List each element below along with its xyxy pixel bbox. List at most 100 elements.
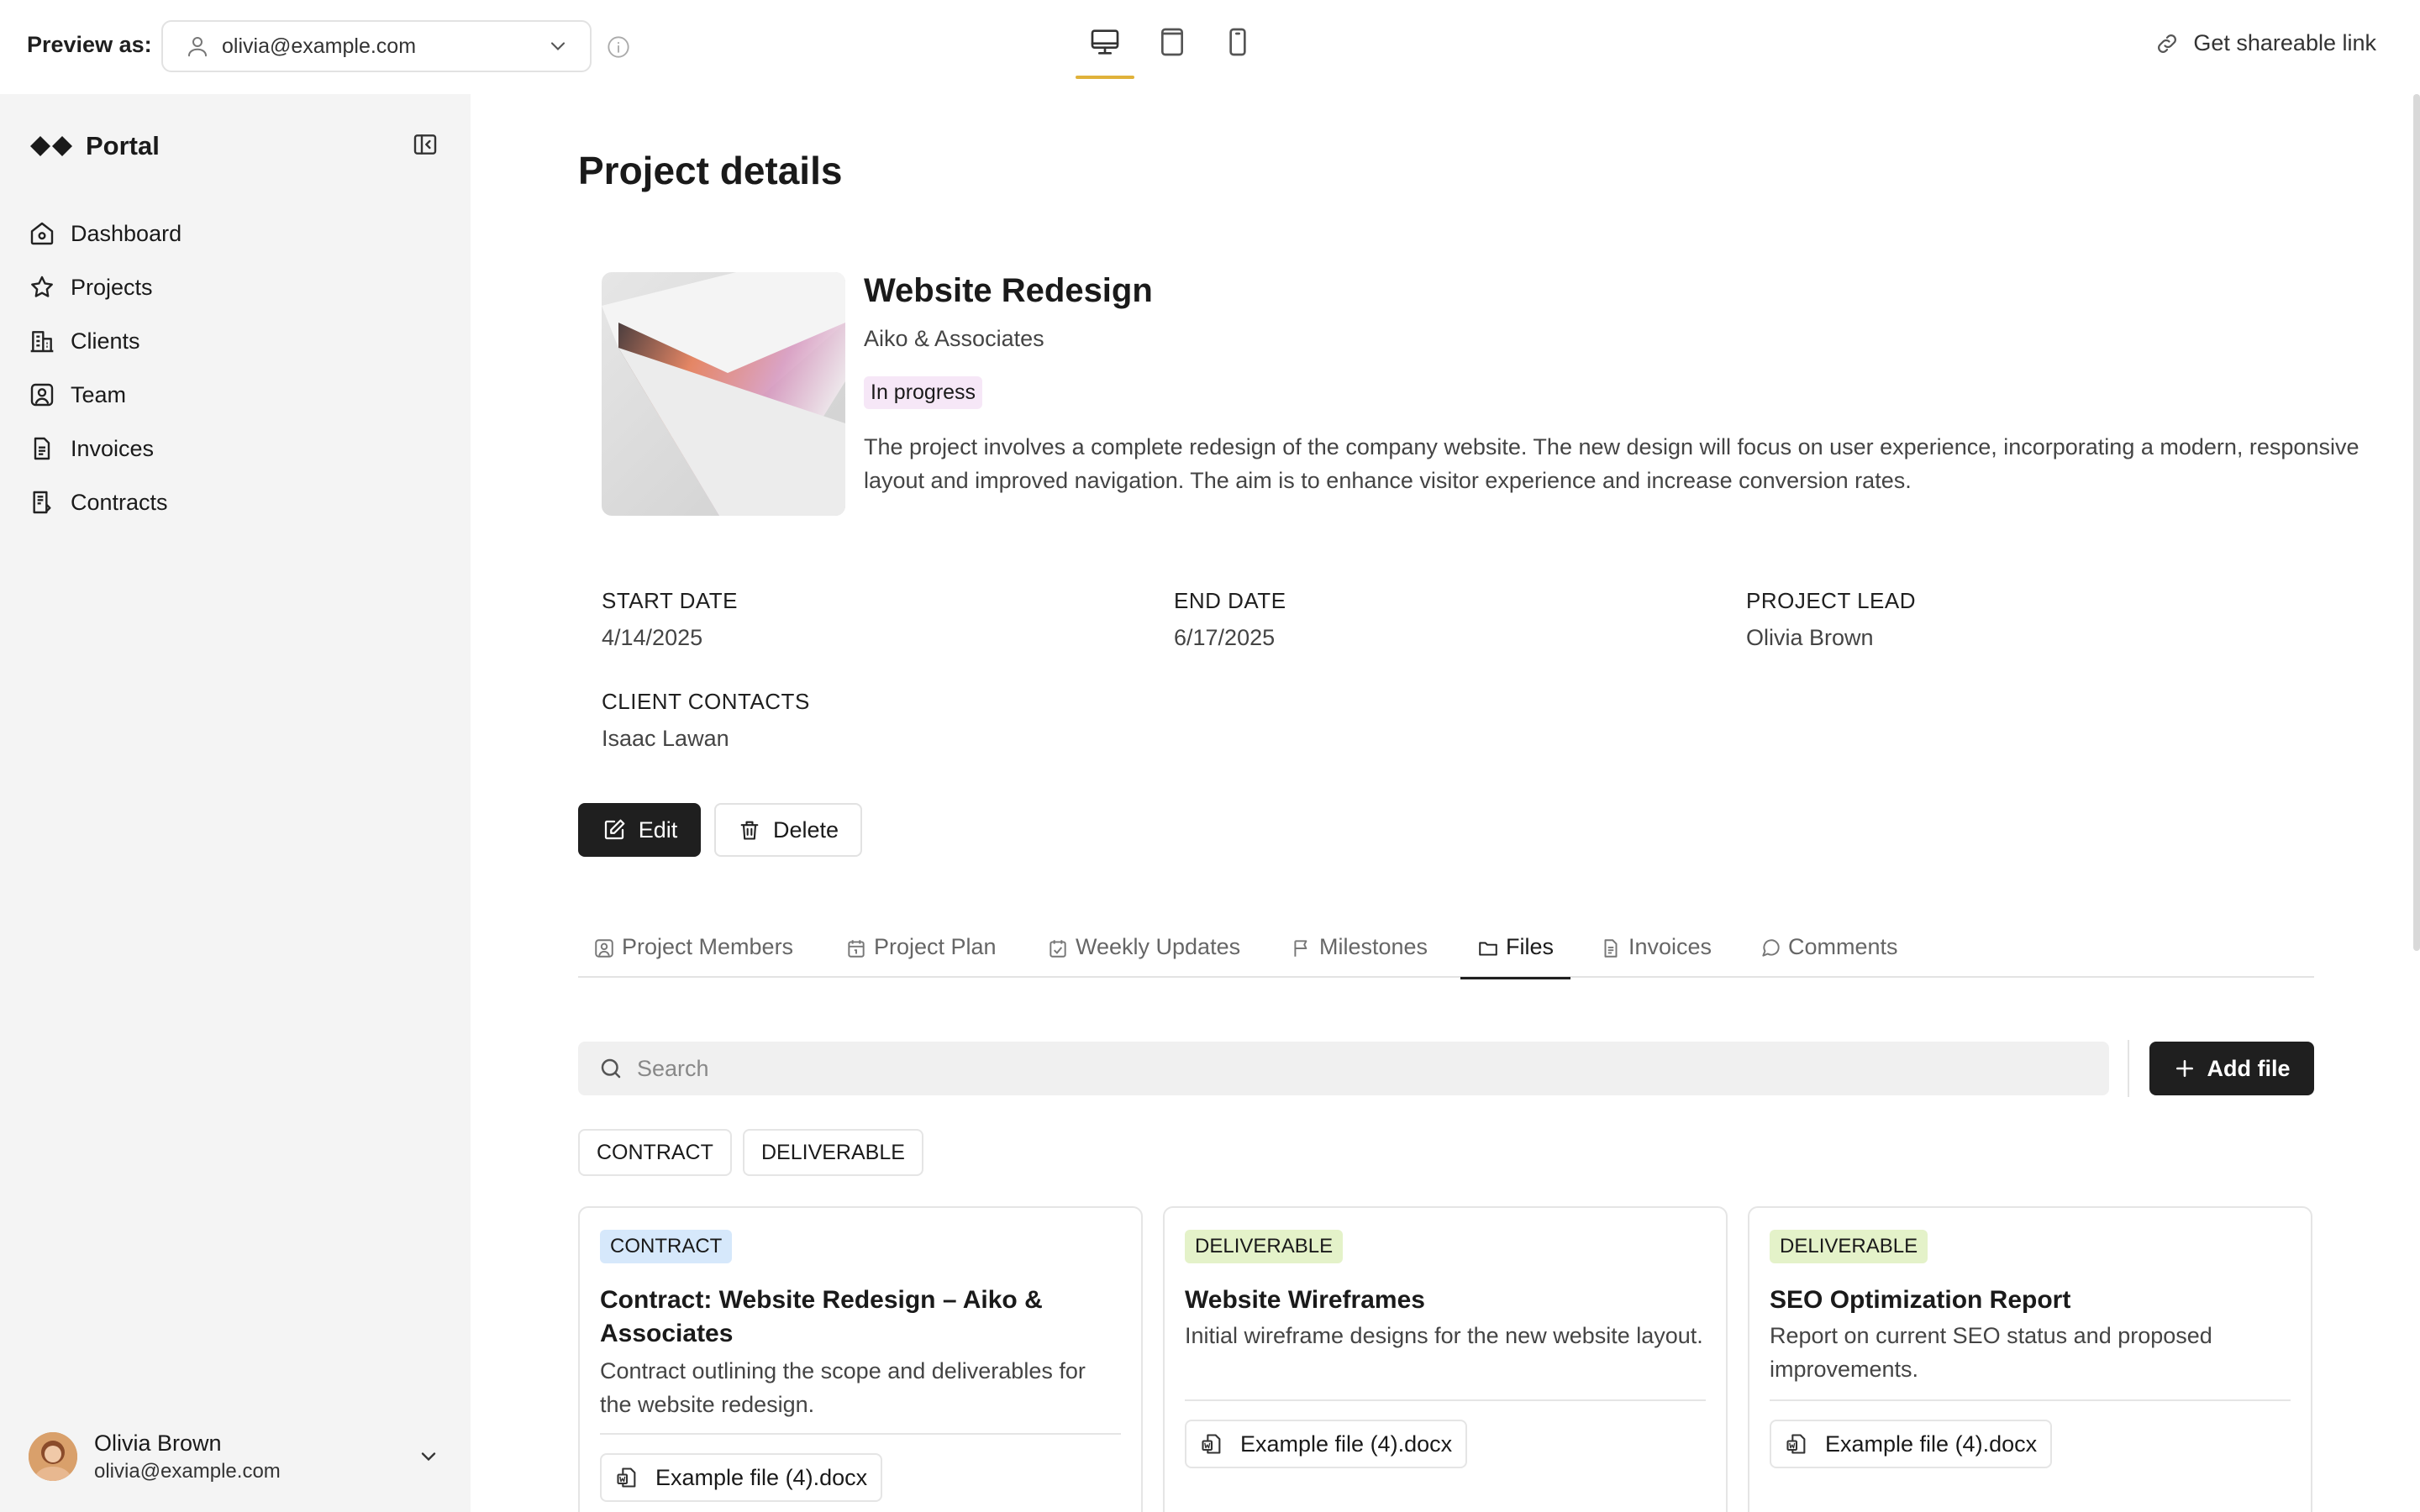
tablet-view-button[interactable]: [1143, 25, 1202, 77]
file-attachment[interactable]: Example file (4).docx: [1770, 1420, 2053, 1468]
file-card[interactable]: CONTRACT Contract: Website Redesign – Ai…: [578, 1206, 1143, 1512]
preview-user-email: olivia@example.com: [222, 34, 417, 58]
brand-name: Portal: [86, 131, 160, 160]
get-shareable-link-button[interactable]: Get shareable link: [2154, 30, 2376, 56]
link-icon: [2158, 34, 2177, 53]
sidebar-item-label: Invoices: [71, 435, 155, 461]
preview-as-label: Preview as:: [27, 32, 152, 57]
file-attachment[interactable]: Example file (4).docx: [600, 1453, 883, 1502]
file-attachment[interactable]: Example file (4).docx: [1185, 1420, 1468, 1468]
tab-comments[interactable]: Comments: [1760, 934, 1898, 978]
chevron-down-icon: [421, 1452, 436, 1462]
file-description: Report on current SEO status and propose…: [1770, 1323, 2212, 1382]
user-icon: [188, 37, 207, 57]
edit-button[interactable]: Edit: [578, 803, 701, 857]
page-title: Project details: [578, 149, 843, 192]
tab-label: Invoices: [1628, 934, 1712, 959]
project-description: The project involves a complete redesign…: [864, 434, 2360, 493]
file-title: Website Wireframes: [1185, 1286, 1425, 1314]
collapse-sidebar-icon[interactable]: [412, 131, 439, 158]
plus-icon: [2175, 1060, 2193, 1077]
document-icon: [1604, 939, 1618, 958]
card-divider: [1770, 1399, 2291, 1401]
delete-button[interactable]: Delete: [714, 803, 862, 857]
sidebar-item-dashboard[interactable]: Dashboard: [29, 207, 449, 260]
flag-icon: [1294, 940, 1307, 957]
project-thumbnail: [602, 272, 845, 516]
sidebar-item-projects[interactable]: Projects: [29, 260, 449, 314]
document-icon: [34, 437, 50, 460]
client-contacts-label: CLIENT CONTACTS: [602, 689, 810, 714]
search-field: [578, 1042, 2109, 1095]
avatar: [29, 1432, 77, 1481]
update-icon: [1050, 940, 1066, 958]
file-description: Contract outlining the scope and deliver…: [600, 1358, 1086, 1417]
project-tabs: Project Members Project Plan Weekly Upda…: [578, 934, 2314, 979]
sidebar-item-label: Team: [71, 381, 127, 407]
calendar-icon: [848, 940, 865, 958]
desktop-view-button[interactable]: [1076, 25, 1134, 79]
project-lead-label: PROJECT LEAD: [1746, 588, 1917, 613]
building-icon: [30, 331, 54, 353]
project-lead-value: Olivia Brown: [1746, 625, 1874, 650]
tab-files[interactable]: Files: [1460, 934, 1571, 979]
file-type-badge: DELIVERABLE: [1770, 1230, 1928, 1263]
card-divider: [600, 1433, 1121, 1435]
add-file-button[interactable]: Add file: [2149, 1042, 2314, 1095]
user-name: Olivia Brown: [94, 1430, 222, 1456]
user-menu[interactable]: Olivia Brown olivia@example.com: [29, 1423, 440, 1490]
sidebar-item-team[interactable]: Team: [29, 368, 449, 422]
file-description: Initial wireframe designs for the new we…: [1185, 1323, 1703, 1348]
tablet-icon: [1161, 28, 1183, 56]
tab-project-plan[interactable]: Project Plan: [845, 934, 997, 978]
sidebar-item-label: Dashboard: [71, 220, 182, 246]
tab-label: Project Plan: [874, 934, 997, 959]
edit-icon: [604, 819, 625, 840]
user-square-icon: [30, 383, 54, 407]
sidebar-item-clients[interactable]: Clients: [29, 314, 449, 368]
brand[interactable]: Portal: [29, 128, 160, 165]
share-link-label: Get shareable link: [2193, 30, 2376, 55]
project-client: Aiko & Associates: [864, 326, 1044, 351]
tab-project-members[interactable]: Project Members: [593, 934, 793, 978]
tab-weekly-updates[interactable]: Weekly Updates: [1047, 934, 1240, 978]
mobile-view-button[interactable]: [1208, 25, 1267, 77]
portal-logo-icon: [30, 136, 72, 156]
desktop-icon: [1091, 29, 1119, 55]
folder-icon: [1479, 942, 1497, 956]
file-title: Contract: Website Redesign – Aiko & Asso…: [600, 1286, 1043, 1347]
filter-contract[interactable]: CONTRACT: [578, 1129, 732, 1176]
user-email: olivia@example.com: [94, 1459, 281, 1483]
delete-button-label: Delete: [772, 816, 839, 843]
file-card[interactable]: DELIVERABLE SEO Optimization Report Repo…: [1748, 1206, 2312, 1512]
file-name: Example file (4).docx: [1825, 1431, 2038, 1457]
word-file-icon: [1786, 1434, 1806, 1454]
file-name: Example file (4).docx: [1240, 1431, 1453, 1457]
tab-label: Comments: [1788, 934, 1898, 959]
start-date-label: START DATE: [602, 588, 738, 613]
divider: [2128, 1040, 2129, 1097]
preview-user-select[interactable]: olivia@example.com: [161, 20, 592, 72]
tab-label: Milestones: [1319, 934, 1428, 959]
status-badge: In progress: [864, 376, 983, 409]
word-file-icon: [617, 1467, 636, 1488]
sidebar-item-contracts[interactable]: Contracts: [29, 475, 449, 529]
search-input[interactable]: [637, 1055, 2065, 1082]
sidebar-item-label: Clients: [71, 328, 140, 354]
trash-icon: [740, 821, 759, 840]
project-name: Website Redesign: [864, 272, 1153, 309]
sidebar: Portal Dashboard Projects Clients Team I…: [0, 94, 471, 1512]
contract-icon: [33, 491, 51, 514]
comment-icon: [1762, 939, 1780, 957]
start-date-value: 4/14/2025: [602, 625, 703, 650]
tab-label: Weekly Updates: [1076, 934, 1241, 959]
tab-milestones[interactable]: Milestones: [1291, 934, 1428, 978]
info-icon[interactable]: [607, 35, 630, 59]
sidebar-item-invoices[interactable]: Invoices: [29, 422, 449, 475]
scrollbar[interactable]: [2413, 94, 2420, 951]
filter-deliverable[interactable]: DELIVERABLE: [743, 1129, 923, 1176]
tab-label: Files: [1506, 934, 1555, 959]
file-title: SEO Optimization Report: [1770, 1286, 2071, 1314]
file-card[interactable]: DELIVERABLE Website Wireframes Initial w…: [1163, 1206, 1728, 1512]
tab-invoices[interactable]: Invoices: [1600, 934, 1712, 978]
